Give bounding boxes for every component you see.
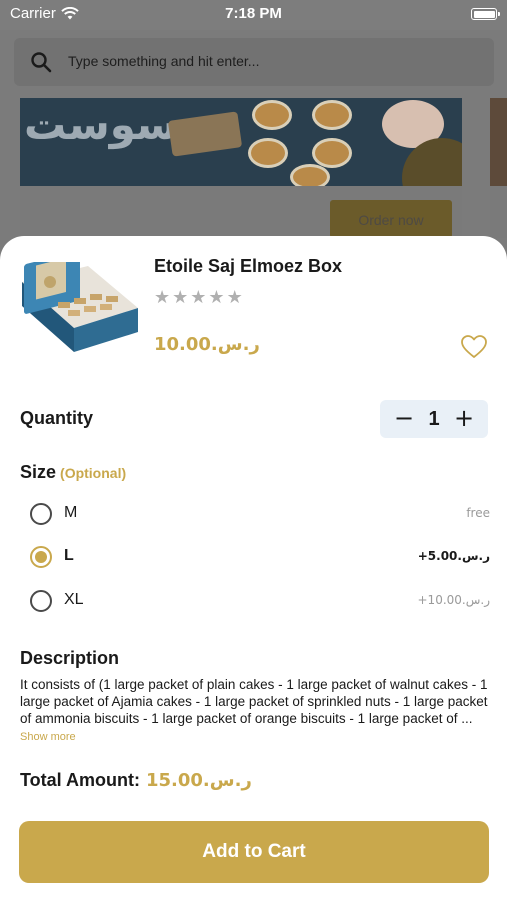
radio-button[interactable] [30,590,52,612]
search-placeholder: Type something and hit enter... [68,53,260,69]
description-heading: Description [20,648,120,668]
promo-banner-image: ميسوست [20,98,462,186]
size-option-xl[interactable]: XL +10.00.ر.س [28,587,490,615]
total-value: 15.00.ر.س [145,770,252,791]
size-option-price: +10.00.ر.س [417,593,491,607]
banner-pie [312,100,352,130]
star-icon: ★ [154,287,171,308]
clock: 7:18 PM [225,5,282,22]
size-option-name: XL [64,591,84,608]
search-bar[interactable]: Type something and hit enter... [14,38,494,86]
status-bar: Carrier 7:18 PM [0,0,507,30]
size-option-name: L [64,547,74,564]
size-option-m[interactable]: M free [28,500,490,528]
description-body: It consists of (1 large packet of plain … [20,677,488,726]
battery-icon [471,8,500,20]
product-sheet: Etoile Saj Elmoez Box ★ ★ ★ ★ ★ 10.00.ر.… [0,236,507,900]
description-text: It consists of (1 large packet of plain … [20,676,490,746]
size-heading: Size (Optional) [20,462,126,483]
star-icon: ★ [190,287,207,308]
order-now-button[interactable]: Order now [330,200,452,238]
rating-stars: ★ ★ ★ ★ ★ [154,288,243,308]
size-option-name: M [64,504,78,521]
banner-pie [312,138,352,168]
add-to-cart-button[interactable]: Add to Cart [19,821,489,883]
size-option-price: free [466,506,490,520]
banner-pie [248,138,288,168]
show-more-link[interactable]: Show more [20,731,76,743]
total-label: Total Amount: [20,770,140,790]
banner-pie [290,164,330,186]
product-image [22,262,138,352]
decrement-button[interactable]: − [392,404,416,432]
star-icon: ★ [172,287,189,308]
product-title: Etoile Saj Elmoez Box [154,256,343,276]
total-amount: Total Amount: 15.00.ر.س [20,770,252,791]
star-icon: ★ [208,287,225,308]
size-label: Size [20,462,57,482]
banner-pie [252,100,292,130]
radio-button-selected[interactable] [30,546,52,568]
quantity-label: Quantity [20,408,94,428]
optional-tag: (Optional) [60,465,127,481]
heart-icon[interactable] [460,334,488,360]
size-option-l[interactable]: L +5.00.ر.س [28,543,490,571]
radio-button[interactable] [30,503,52,525]
size-option-price: +5.00.ر.س [417,549,490,563]
increment-button[interactable]: + [452,404,476,432]
next-card-peek [490,186,507,238]
product-price: 10.00.ر.س [154,334,260,355]
search-icon [31,52,52,73]
quantity-value: 1 [428,408,440,430]
star-icon: ★ [226,287,243,308]
quantity-stepper: − 1 + [380,400,488,438]
next-card-peek [490,98,507,186]
